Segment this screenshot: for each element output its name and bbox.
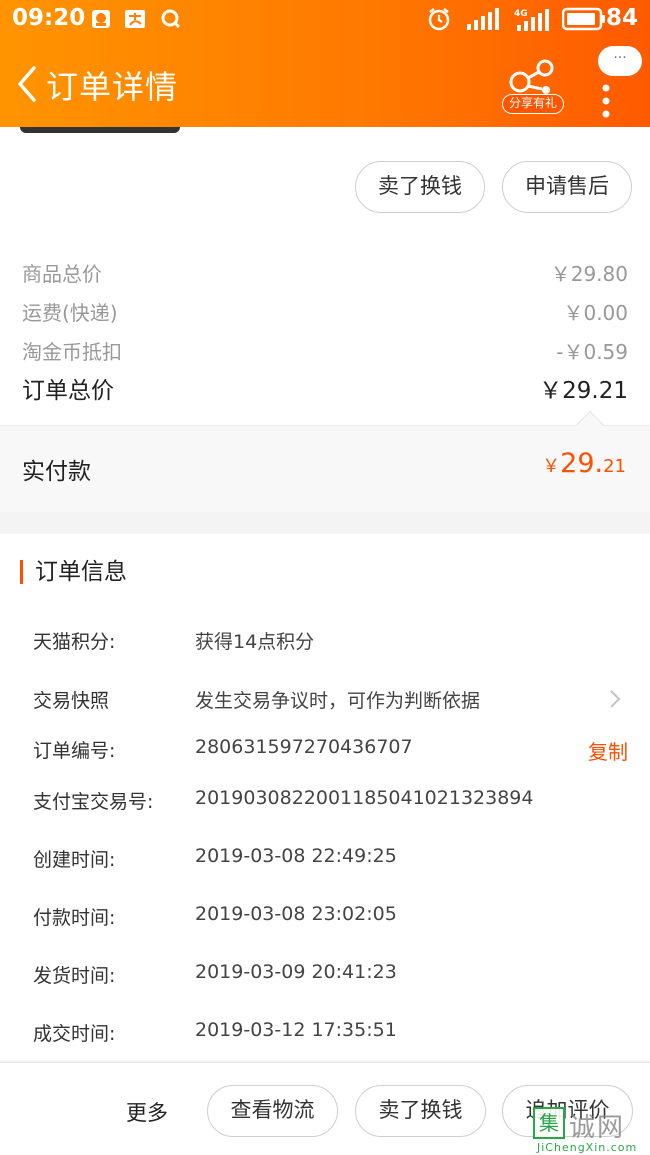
view-logistics-button[interactable]: 查看物流 [207, 1085, 338, 1137]
order-detail-page: 09:20 4G 84 订单详情 分享有礼 ··· 卖了换钱 申请售后 商品总价… [0, 0, 650, 1155]
info-value: 280631597270436707 [195, 736, 413, 758]
copy-button[interactable]: 复制 [588, 736, 628, 765]
info-value: 2019-03-09 20:41:23 [195, 961, 397, 983]
price-row-coin-deduction: 淘金币抵扣 -￥0.59 [22, 336, 628, 365]
info-value: 2019030822001185041021323894 [195, 787, 534, 809]
price-row-shipping: 运费(快递) ￥0.00 [22, 297, 628, 326]
title-bar: 订单详情 分享有礼 [0, 40, 650, 127]
chevron-right-icon [610, 690, 621, 708]
actual-paid-label: 实付款 [22, 459, 91, 485]
price-value: -￥0.59 [556, 340, 628, 364]
svg-text:4G: 4G [514, 9, 528, 19]
order-total-value: ￥29.21 [539, 378, 628, 404]
battery-percent: 84 [605, 5, 638, 31]
price-label: 商品总价 [22, 262, 102, 286]
order-total-label: 订单总价 [22, 378, 114, 404]
info-key: 支付宝交易号: [33, 791, 154, 813]
signal-icon [467, 8, 499, 30]
info-key: 创建时间: [33, 849, 116, 871]
price-value: ￥29.80 [550, 262, 628, 286]
price-summary-card: 卖了换钱 申请售后 商品总价 ￥29.80 运费(快递) ￥0.00 淘金币抵扣… [0, 127, 650, 512]
info-value: 获得14点积分 [195, 631, 315, 653]
more-options-icon[interactable] [598, 78, 614, 124]
actual-paid-value: ￥29.21 [542, 448, 626, 479]
info-key: 付款时间: [33, 907, 116, 929]
watermark-logo: 集 [533, 1107, 565, 1139]
qq-icon [92, 10, 110, 28]
paid-integer: 29. [560, 448, 604, 479]
message-bubble-icon[interactable]: ··· [598, 46, 642, 76]
more-button[interactable]: 更多 [126, 1097, 168, 1127]
alarm-icon [428, 8, 450, 31]
order-info-card: 订单信息 天猫积分: 获得14点积分 交易快照 发生交易争议时，可作为判断依据 … [0, 534, 650, 1060]
info-value: 2019-03-08 23:02:05 [195, 903, 397, 925]
sell-for-cash-button[interactable]: 卖了换钱 [355, 161, 485, 213]
price-value: ￥0.00 [563, 301, 628, 325]
site-watermark: 集 诚网 JiChengXin.com [533, 1107, 650, 1155]
paid-decimal: 21 [603, 456, 626, 477]
paid-currency: ￥ [542, 456, 561, 477]
info-value: 发生交易争议时，可作为判断依据 [195, 690, 481, 712]
section-title: 订单信息 [20, 560, 127, 584]
share-reward-badge[interactable]: 分享有礼 [502, 94, 564, 114]
status-time: 09:20 [12, 5, 86, 31]
status-bar: 09:20 4G 84 [0, 0, 650, 40]
actual-paid-box: 实付款 ￥29.21 [0, 410, 650, 512]
top-bar: 09:20 4G 84 订单详情 分享有礼 ··· [0, 0, 650, 127]
order-total-row: 订单总价 ￥29.21 [22, 371, 628, 405]
page-title: 订单详情 [46, 68, 179, 106]
battery-icon [562, 7, 605, 31]
info-key: 订单编号: [33, 740, 116, 762]
paid-box-pointer [575, 410, 605, 440]
info-value: 2019-03-12 17:35:51 [195, 1019, 397, 1041]
product-thumbnail-edge [20, 127, 180, 133]
search-app-icon [161, 9, 181, 29]
info-key: 成交时间: [33, 1023, 116, 1045]
apply-after-sale-button[interactable]: 申请售后 [502, 161, 632, 213]
back-arrow-icon[interactable] [12, 62, 42, 106]
price-row-goods-total: 商品总价 ￥29.80 [22, 258, 628, 287]
sell-for-cash-bottom-button[interactable]: 卖了换钱 [355, 1085, 486, 1137]
watermark-url: JiChengXin.com [537, 1141, 638, 1154]
watermark-text: 诚网 [569, 1113, 626, 1143]
info-key: 发货时间: [33, 965, 116, 987]
info-key: 交易快照 [33, 690, 110, 712]
alipay-icon [125, 10, 145, 28]
price-label: 运费(快递) [22, 301, 118, 325]
price-label: 淘金币抵扣 [22, 340, 122, 364]
info-key: 天猫积分: [33, 631, 116, 653]
signal-4g-icon: 4G [514, 9, 549, 31]
info-value: 2019-03-08 22:49:25 [195, 845, 397, 867]
